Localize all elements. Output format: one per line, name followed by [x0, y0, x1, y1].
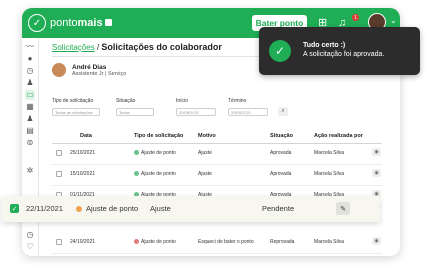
- col-header-motivo: Motivo: [198, 133, 216, 139]
- hl-row-motivo: Ajuste: [150, 204, 171, 213]
- breadcrumb: Solicitações / Solicitações do colaborad…: [52, 42, 222, 52]
- table-row[interactable]: 24/10/2021 Ajuste de ponto Esqueci de ba…: [52, 233, 382, 254]
- row-checkbox[interactable]: [56, 239, 62, 245]
- employee-role: Assistente Jr | Serviço: [72, 70, 127, 77]
- row-checkbox-checked[interactable]: ✓: [10, 204, 19, 213]
- table-row[interactable]: 15/10/2021 Ajuste de ponto Ajuste Aprova…: [52, 165, 382, 186]
- row-date: 25/10/2021: [70, 150, 96, 156]
- breadcrumb-separator: /: [96, 43, 100, 52]
- tipo-select[interactable]: Todas as solicitações: [52, 108, 100, 116]
- table-row[interactable]: 25/10/2021 Ajuste de ponto Ajuste Aprova…: [52, 144, 382, 165]
- hl-row-tipo: Ajuste de ponto: [76, 204, 138, 213]
- row-acao: Marcela Silva: [314, 171, 345, 177]
- logo: ✓ pontomais: [28, 13, 112, 33]
- tipo-label: Tipo de solicitação: [52, 98, 94, 104]
- row-tipo: Ajuste de ponto: [134, 150, 176, 156]
- success-toast: ✓ Tudo certo :) A solicitação foi aprova…: [259, 27, 420, 75]
- logo-check-icon: ✓: [28, 14, 46, 32]
- situacao-select[interactable]: Todas: [116, 108, 154, 116]
- adjust-icon: [134, 239, 139, 245]
- row-situacao: Aprovada: [270, 171, 292, 177]
- row-date: 24/10/2021: [70, 239, 96, 245]
- logo-badge-icon: [104, 18, 112, 26]
- row-motivo: Ajuste: [198, 171, 212, 177]
- settings-icon[interactable]: ✲: [25, 166, 35, 176]
- heart-icon[interactable]: ♡: [25, 242, 35, 252]
- col-header-situacao: Situação: [270, 133, 293, 139]
- employee-avatar: [52, 63, 66, 77]
- logo-text-ponto: ponto: [50, 17, 78, 29]
- row-checkbox[interactable]: [56, 171, 62, 177]
- toast-title: Tudo certo :): [303, 42, 346, 49]
- calendar-icon[interactable]: ▦: [25, 102, 35, 112]
- solicitacoes-icon[interactable]: ▭: [25, 90, 35, 100]
- check-circle-icon: ✓: [269, 40, 291, 62]
- row-motivo: Ajuste: [198, 150, 212, 156]
- adjust-icon: [134, 171, 139, 177]
- user-icon[interactable]: ●: [25, 54, 35, 64]
- highlighted-request-row[interactable]: ✓ 22/11/2021 Ajuste de ponto Ajuste Pend…: [2, 196, 380, 222]
- col-header-acao: Ação realizada por: [314, 133, 363, 139]
- employee-name: André Dias: [72, 63, 107, 71]
- employee-card: André Dias Assistente Jr | Serviço: [52, 63, 126, 77]
- sidebar: 〰 ● ◷ ♟ ▭ ▦ ♟ ▤ ⊜ ✲ ◷ ♡: [22, 38, 39, 256]
- clock-alt-icon[interactable]: ◷: [25, 230, 35, 240]
- termino-label: Término: [228, 98, 247, 104]
- edit-icon[interactable]: ✎: [336, 202, 350, 215]
- hl-row-date: 22/11/2021: [26, 204, 63, 213]
- people-icon[interactable]: ♟: [25, 78, 35, 88]
- hl-row-situacao: Pendente: [262, 204, 295, 213]
- row-situacao: Reprovada: [270, 239, 295, 245]
- people-group-icon[interactable]: ♟: [25, 114, 35, 124]
- view-icon[interactable]: ◉: [372, 148, 381, 156]
- notification-badge: 1: [352, 14, 359, 21]
- breadcrumb-link-solicitacoes[interactable]: Solicitações: [52, 43, 95, 52]
- situacao-label: Situação: [116, 98, 136, 104]
- row-tipo: Ajuste de ponto: [134, 239, 176, 245]
- inicio-label: Início: [176, 98, 188, 104]
- row-checkbox[interactable]: [56, 150, 62, 156]
- row-tipo: Ajuste de ponto: [134, 171, 176, 177]
- col-header-data: Data: [80, 133, 92, 139]
- adjust-icon: [134, 150, 139, 156]
- clock-icon[interactable]: ◷: [25, 66, 35, 76]
- collapse-icon[interactable]: 〰: [25, 42, 35, 52]
- logo-text-mais: mais: [77, 17, 103, 29]
- row-acao: Marcela Silva: [314, 239, 345, 245]
- termino-input[interactable]: 20/09/2021: [228, 108, 268, 116]
- row-date: 15/10/2021: [70, 171, 96, 177]
- search-icon[interactable]: ⌕: [278, 107, 288, 116]
- view-icon[interactable]: ◉: [372, 169, 381, 177]
- row-situacao: Aprovada: [270, 150, 292, 156]
- bank-icon[interactable]: ⊜: [25, 138, 35, 148]
- page-title: Solicitações do colaborador: [101, 42, 222, 52]
- row-motivo: Esqueci de bater o ponto: [198, 239, 254, 245]
- toast-message: A solicitação foi aprovada.: [303, 51, 385, 58]
- chevron-down-icon[interactable]: ⌄: [390, 16, 397, 25]
- inicio-input[interactable]: 20/08/2021: [176, 108, 216, 116]
- view-icon[interactable]: ◉: [372, 237, 381, 245]
- adjust-icon: [76, 206, 82, 213]
- col-header-tipo: Tipo de solicitação: [134, 133, 184, 139]
- document-icon[interactable]: ▤: [25, 126, 35, 136]
- row-acao: Marcela Silva: [314, 150, 345, 156]
